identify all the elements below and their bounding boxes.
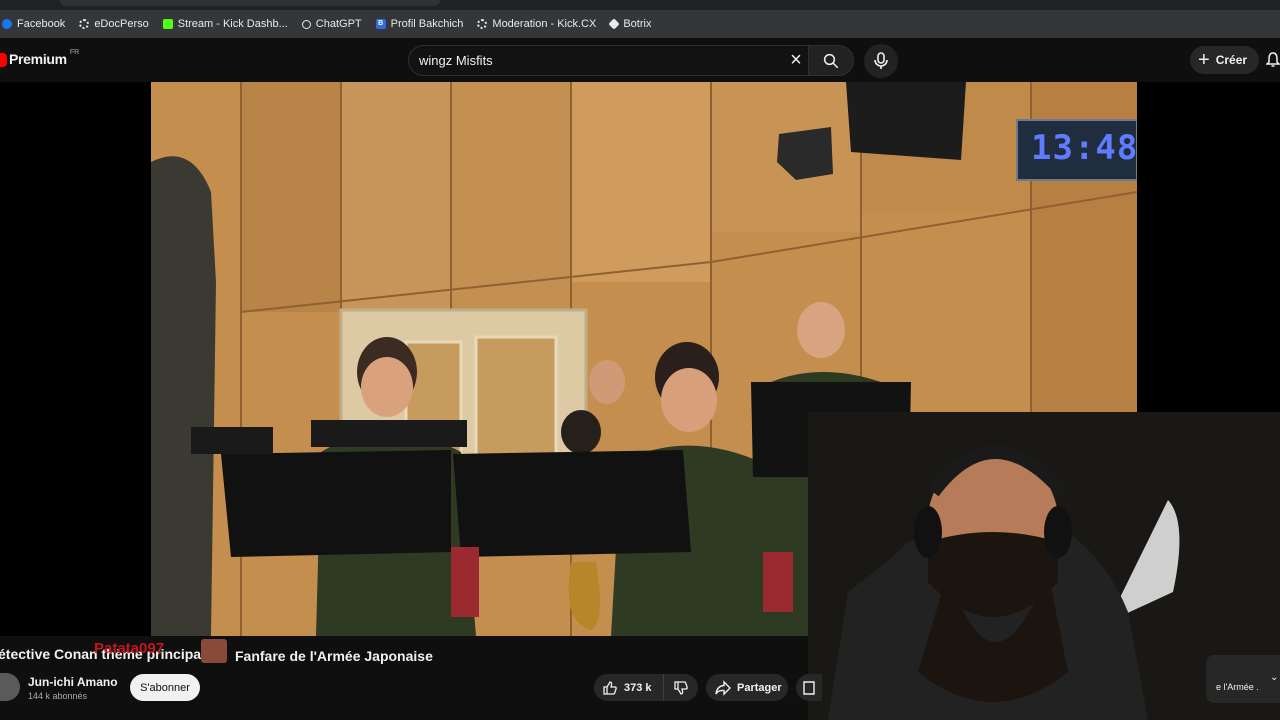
chat-overlay-username: Patata097: [94, 640, 165, 657]
subscribe-button[interactable]: S'abonner: [130, 674, 200, 701]
youtube-header: Premium FR × + Créer: [0, 38, 1280, 82]
bookmark-facebook[interactable]: Facebook: [2, 18, 65, 30]
channel-name[interactable]: Jun-ichi Amano: [28, 675, 118, 689]
bookmark-bakchich[interactable]: B Profil Bakchich: [375, 18, 464, 30]
botrix-icon: [608, 18, 621, 30]
bookmark-label: eDocPerso: [94, 18, 149, 30]
bookmark-chatgpt[interactable]: ChatGPT: [301, 18, 362, 30]
bookmark-botrix[interactable]: Botrix: [608, 18, 652, 30]
bookmark-kick-dashboard[interactable]: Stream - Kick Dashb...: [162, 18, 288, 30]
next-video-chip-label: e l'Armée .: [1216, 682, 1259, 692]
channel-avatar[interactable]: [0, 673, 20, 701]
chatgpt-icon: [301, 19, 311, 29]
facebook-icon: [2, 19, 12, 29]
notifications-bell-icon[interactable]: [1266, 52, 1280, 68]
gear-icon: [477, 19, 488, 29]
bookmark-label: Moderation - Kick.CX: [492, 18, 597, 30]
edocperso-icon: [79, 19, 90, 29]
logo-region: FR: [69, 49, 80, 56]
search-input[interactable]: [419, 53, 779, 68]
plus-icon: +: [1198, 49, 1210, 71]
youtube-play-icon: [0, 53, 7, 67]
subscriber-count: 144 k abonnés: [28, 691, 88, 701]
clear-search-icon[interactable]: ×: [786, 50, 806, 70]
create-button[interactable]: + Créer: [1190, 46, 1260, 74]
voice-search-button[interactable]: [864, 44, 898, 78]
bookmarks-bar: Facebook eDocPerso Stream - Kick Dashb..…: [0, 10, 1280, 38]
like-count: 373 k: [624, 681, 652, 694]
bookmark-label: Botrix: [623, 18, 652, 30]
bookmark-label: Profil Bakchich: [390, 18, 464, 30]
search-box: [408, 45, 814, 76]
share-label: Partager: [737, 681, 782, 694]
next-video-chip[interactable]: [1206, 655, 1280, 703]
chat-emote-icon: [201, 639, 227, 663]
microphone-icon: [874, 52, 888, 69]
search-icon: [823, 53, 839, 68]
search-button[interactable]: [808, 45, 854, 76]
screen: Facebook eDocPerso Stream - Kick Dashb..…: [0, 0, 1280, 720]
bookmark-moderation[interactable]: Moderation - Kick.CX: [477, 18, 596, 30]
like-dislike-group: 373 k: [594, 674, 698, 701]
address-bar[interactable]: [60, 0, 440, 6]
youtube-logo[interactable]: Premium FR: [0, 49, 80, 67]
save-button[interactable]: [796, 674, 822, 701]
save-icon: [803, 680, 815, 695]
bookmark-edocperso[interactable]: eDocPerso: [79, 18, 149, 30]
like-button[interactable]: 373 k: [594, 674, 664, 701]
thumbs-down-icon: [674, 680, 688, 695]
dislike-button[interactable]: [664, 674, 698, 701]
logo-text: Premium: [9, 51, 67, 67]
create-label: Créer: [1215, 53, 1248, 67]
bakchich-icon: B: [375, 19, 386, 29]
video-title: Fanfare de l'Armée Japonaise: [235, 648, 433, 664]
wall-clock-display: 13:48: [1031, 128, 1137, 168]
bookmark-label: Facebook: [17, 18, 66, 30]
share-arrow-icon: [715, 679, 731, 696]
thumbs-up-icon: [603, 680, 617, 695]
subscribe-label: S'abonner: [140, 681, 190, 694]
browser-tab-strip: [0, 0, 1280, 10]
chevron-down-icon[interactable]: ⌄: [1270, 672, 1278, 683]
bookmark-label: ChatGPT: [315, 18, 362, 30]
share-button[interactable]: Partager: [706, 674, 788, 701]
kick-icon: [162, 19, 173, 29]
bookmark-label: Stream - Kick Dashb...: [177, 18, 288, 30]
